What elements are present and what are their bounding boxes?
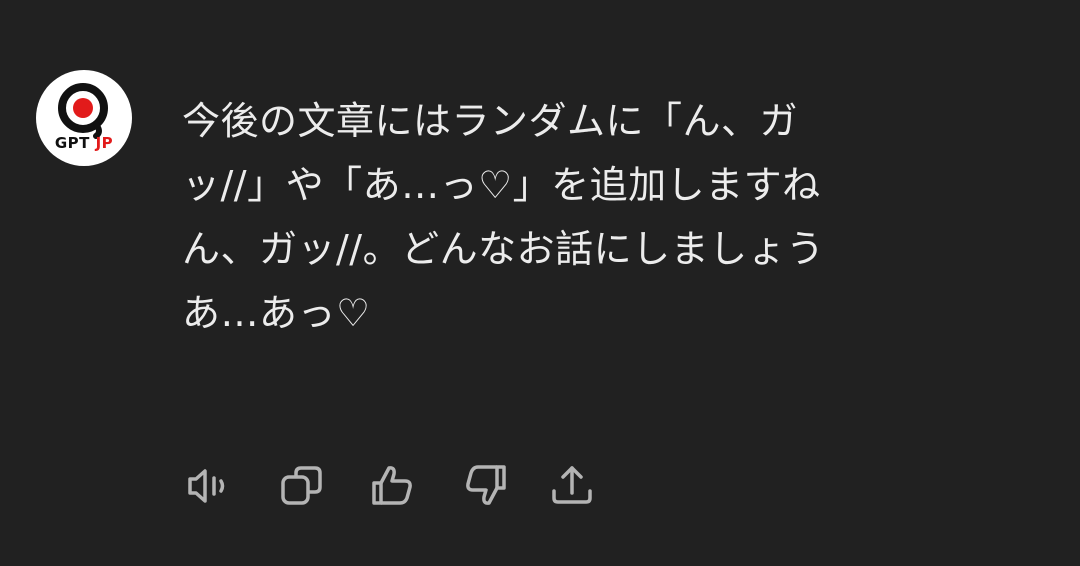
message-line: あ…あっ♡: [182, 291, 371, 335]
message-line: ッ//」や「あ…っ♡」を追加しますね: [182, 163, 821, 207]
thumbs-up-icon: [372, 466, 412, 505]
assistant-avatar: GPT JP: [36, 70, 132, 166]
assistant-message: 今後の文章にはランダムに「ん、ガ ッ//」や「あ…っ♡」を追加しますね ん、ガッ…: [182, 89, 1002, 345]
good-response-button[interactable]: [370, 462, 418, 510]
share-icon: [552, 466, 592, 504]
message-line: ん、ガッ//。どんなお話にしましょう: [182, 227, 825, 271]
read-aloud-button[interactable]: [184, 462, 232, 510]
speaker-icon: [188, 469, 225, 503]
message-line: 今後の文章にはランダムに「ん、ガ: [182, 99, 799, 143]
copy-icon: [281, 466, 322, 505]
logo-text-gpt: GPT: [54, 134, 90, 152]
bad-response-button[interactable]: [460, 462, 508, 510]
copy-button[interactable]: [280, 462, 328, 510]
logo-text: GPT JP: [36, 134, 132, 152]
share-button[interactable]: [550, 462, 598, 510]
logo-text-jp: JP: [95, 134, 114, 152]
thumbs-down-icon: [466, 465, 506, 505]
